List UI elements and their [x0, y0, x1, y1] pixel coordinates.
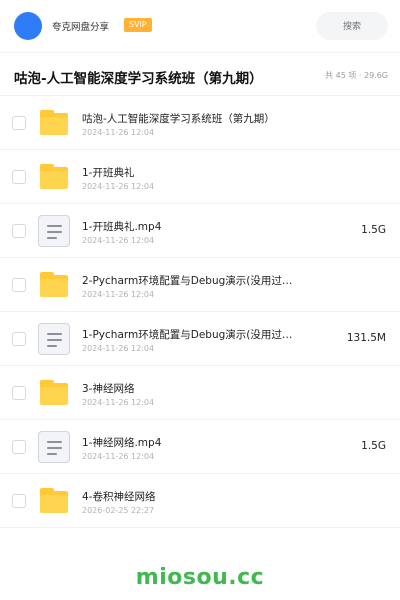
list-item[interactable]: 1-开班典礼.mp4 2024-11-26 12:04 1.5G [0, 204, 400, 258]
item-name[interactable]: 2-Pycharm环境配置与Debug演示(没用过… [82, 273, 312, 288]
item-date: 2024-11-26 12:04 [82, 236, 155, 245]
item-name[interactable]: 3-神经网络 [82, 381, 312, 396]
item-name[interactable]: 1-开班典礼 [82, 165, 312, 180]
site-watermark: miosou.cc [135, 565, 265, 590]
share-title-bar: 咕泡-人工智能深度学习系统班（第九期） 共 45 项 · 29.6G [0, 52, 400, 96]
item-date: 2024-11-26 12:04 [82, 344, 155, 353]
select-checkbox[interactable] [12, 440, 26, 454]
page-title: 咕泡-人工智能深度学习系统班（第九期） [14, 71, 263, 87]
item-count-size: 共 45 项 · 29.6G [325, 71, 388, 80]
select-checkbox[interactable] [12, 332, 26, 346]
list-item[interactable]: 4-卷积神经网络 2026-02-25 22:27 [0, 474, 400, 528]
list-item[interactable]: 1-开班典礼 2024-11-26 12:04 [0, 150, 400, 204]
file-list: 咕泡-人工智能深度学习系统班（第九期） 2024-11-26 12:04 1-开班典… [0, 96, 400, 528]
select-checkbox[interactable] [12, 116, 26, 130]
app-header: 夸克网盘分享 SVIP [0, 0, 400, 52]
item-size: 1.5G [361, 224, 386, 236]
item-name[interactable]: 4-卷积神经网络 [82, 489, 312, 504]
folder-icon [38, 485, 70, 517]
list-item[interactable]: 1-Pycharm环境配置与Debug演示(没用过… 2024-11-26 12:… [0, 312, 400, 366]
search-input[interactable] [316, 12, 388, 40]
select-checkbox[interactable] [12, 278, 26, 292]
avatar[interactable] [14, 12, 42, 40]
list-item[interactable]: 3-神经网络 2024-11-26 12:04 [0, 366, 400, 420]
item-date: 2024-11-26 12:04 [82, 182, 155, 191]
folder-icon [38, 107, 70, 139]
list-item[interactable]: 2-Pycharm环境配置与Debug演示(没用过… 2024-11-26 12:… [0, 258, 400, 312]
item-size: 131.5M [346, 332, 386, 344]
list-item[interactable]: 咕泡-人工智能深度学习系统班（第九期） 2024-11-26 12:04 [0, 96, 400, 150]
item-size: 1.5G [361, 440, 386, 452]
item-name[interactable]: 1-开班典礼.mp4 [82, 219, 312, 234]
video-file-icon [38, 215, 70, 247]
video-file-icon [38, 323, 70, 355]
item-name[interactable]: 咕泡-人工智能深度学习系统班（第九期） [82, 111, 312, 126]
folder-icon [38, 269, 70, 301]
item-date: 2024-11-26 12:04 [82, 398, 155, 407]
item-name[interactable]: 1-Pycharm环境配置与Debug演示(没用过… [82, 327, 312, 342]
item-date: 2024-11-26 12:04 [82, 452, 155, 461]
select-checkbox[interactable] [12, 224, 26, 238]
select-checkbox[interactable] [12, 494, 26, 508]
folder-icon [38, 377, 70, 409]
select-checkbox[interactable] [12, 386, 26, 400]
item-date: 2026-02-25 22:27 [82, 506, 155, 515]
video-file-icon [38, 431, 70, 463]
select-checkbox[interactable] [12, 170, 26, 184]
item-name[interactable]: 1-神经网络.mp4 [82, 435, 312, 450]
footer: miosou.cc [0, 556, 400, 600]
item-date: 2024-11-26 12:04 [82, 290, 155, 299]
folder-icon [38, 161, 70, 193]
brand-label: 夸克网盘分享 [52, 22, 110, 33]
list-item[interactable]: 1-神经网络.mp4 2024-11-26 12:04 1.5G [0, 420, 400, 474]
svip-badge: SVIP [124, 18, 152, 32]
item-date: 2024-11-26 12:04 [82, 128, 155, 137]
